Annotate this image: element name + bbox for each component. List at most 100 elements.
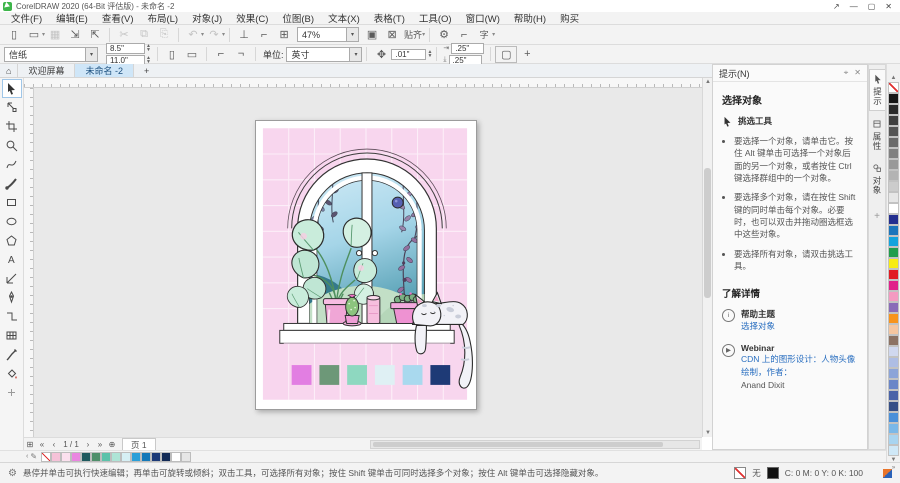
palette-up-icon[interactable]: ▲ — [891, 74, 897, 82]
export-icon[interactable]: ⇱ — [85, 27, 105, 42]
table-tool[interactable] — [2, 326, 22, 345]
next-page-icon[interactable]: › — [82, 440, 94, 449]
snap-off-icon[interactable]: ⊠ — [382, 27, 402, 42]
welcome-tab[interactable]: 欢迎屏幕 — [18, 64, 76, 77]
menu-item[interactable]: 查看(V) — [95, 11, 141, 25]
menu-item[interactable]: 工具(O) — [412, 11, 459, 25]
interactive-fill-tool[interactable] — [2, 364, 22, 383]
color-swatch[interactable] — [888, 346, 899, 357]
upgrade-icon[interactable]: ↗ — [833, 2, 840, 11]
color-swatch[interactable] — [888, 192, 899, 203]
current-page-icon[interactable]: ⌐ — [211, 47, 231, 61]
new-tab-button[interactable]: + — [134, 64, 159, 77]
copy-icon[interactable]: ⧉ — [134, 27, 154, 42]
page-size-caret-icon[interactable]: ▾ — [85, 47, 97, 61]
windowsill[interactable] — [279, 322, 455, 344]
color-swatch[interactable] — [888, 225, 899, 236]
color-swatch[interactable] — [888, 357, 899, 368]
vertical-scrollbar[interactable]: ▲ ▼ — [702, 78, 712, 437]
color-swatch[interactable] — [888, 324, 899, 335]
active-document-tab[interactable]: 未命名 -2 — [75, 64, 134, 77]
docker-tab-properties[interactable]: 属性 — [869, 115, 885, 155]
duplicate-x-field[interactable]: .25" — [451, 42, 485, 54]
text-options-caret-icon[interactable]: ▾ — [492, 31, 495, 38]
zoom-tool[interactable] — [2, 136, 22, 155]
color-swatch[interactable] — [888, 269, 899, 280]
color-swatch[interactable] — [888, 412, 899, 423]
color-swatch[interactable] — [888, 280, 899, 291]
document-palette-swatch[interactable] — [151, 451, 162, 462]
color-swatch[interactable] — [888, 115, 899, 126]
document-palette-swatch[interactable] — [101, 451, 112, 462]
crop-tool[interactable] — [2, 117, 22, 136]
color-swatch[interactable] — [888, 126, 899, 137]
menu-item[interactable]: 编辑(E) — [49, 11, 95, 25]
redo-icon[interactable]: ↷ — [204, 27, 224, 42]
color-swatch[interactable] — [888, 247, 899, 258]
horizontal-scroll-thumb[interactable] — [373, 442, 663, 447]
ellipse-tool[interactable] — [2, 212, 22, 231]
new-document-icon[interactable]: ▯ — [4, 27, 24, 42]
docker-tab-objects[interactable]: 对象 — [869, 159, 885, 199]
document-page[interactable] — [255, 120, 477, 410]
menu-item[interactable]: 位图(B) — [275, 11, 321, 25]
horizontal-scrollbar[interactable] — [370, 440, 700, 449]
pen-tool[interactable] — [2, 288, 22, 307]
eyedropper-tool[interactable] — [2, 345, 22, 364]
color-swatch[interactable] — [888, 423, 899, 434]
connector-tool[interactable] — [2, 307, 22, 326]
text-tool[interactable]: A — [2, 250, 22, 269]
options-gear-icon[interactable]: ⚙ — [434, 27, 454, 42]
color-swatch[interactable] — [888, 445, 899, 456]
drawing-canvas[interactable] — [34, 88, 702, 437]
document-palette-swatch[interactable] — [51, 451, 62, 462]
add-property-icon[interactable]: + — [517, 47, 537, 61]
dimension-tool[interactable] — [2, 269, 22, 288]
document-palette-swatch[interactable] — [181, 451, 192, 462]
menu-item[interactable]: 帮助(H) — [507, 11, 553, 25]
color-swatch[interactable] — [888, 258, 899, 269]
menu-item[interactable]: 布局(L) — [140, 11, 185, 25]
color-swatch[interactable] — [888, 214, 899, 225]
page-1-tab[interactable]: 页 1 — [122, 438, 156, 450]
color-swatch[interactable] — [888, 434, 899, 445]
page-height-spinner[interactable]: ▲ ▼ — [146, 56, 151, 65]
undo-icon[interactable]: ↶ — [183, 27, 203, 42]
nudge-field[interactable]: .01" — [391, 48, 427, 60]
units-caret-icon[interactable]: ▾ — [349, 47, 362, 61]
webinar-link[interactable]: CDN 上的图形设计：人物头像绘制，作者： — [741, 353, 858, 379]
nudge-spinner[interactable]: ▲ ▼ — [427, 50, 432, 59]
fit-page-icon[interactable]: ⊞ — [24, 440, 36, 449]
cut-icon[interactable]: ✂ — [114, 27, 134, 42]
menu-item[interactable]: 效果(C) — [229, 11, 275, 25]
zoom-caret-icon[interactable]: ▾ — [346, 28, 359, 41]
prev-page-icon[interactable]: ‹ — [48, 440, 60, 449]
document-palette-swatch[interactable] — [171, 451, 182, 462]
show-guides-icon[interactable]: ⌐ — [254, 28, 274, 42]
color-swatch[interactable] — [888, 368, 899, 379]
document-palette-swatch[interactable] — [71, 451, 82, 462]
rectangle-tool[interactable] — [2, 193, 22, 212]
palette-eyedropper-icon[interactable]: ✎ — [30, 452, 37, 461]
menu-item[interactable]: 文本(X) — [321, 11, 367, 25]
menu-item[interactable]: 窗口(W) — [459, 11, 507, 25]
all-pages-icon[interactable]: ¬ — [231, 47, 251, 61]
palette-expand-icon[interactable]: » — [892, 464, 895, 472]
freehand-tool[interactable] — [2, 155, 22, 174]
docker-tab-hints[interactable]: 提示 — [869, 69, 885, 111]
landscape-icon[interactable]: ▭ — [182, 47, 202, 62]
snap-label[interactable]: 贴齐 — [402, 27, 424, 42]
color-swatch[interactable] — [888, 236, 899, 247]
document-palette-swatch[interactable] — [91, 451, 102, 462]
document-palette-swatch[interactable] — [61, 451, 72, 462]
color-swatch[interactable] — [888, 93, 899, 104]
artistic-media-tool[interactable] — [2, 174, 22, 193]
show-grid-icon[interactable]: ⊞ — [274, 27, 294, 42]
palette-down-icon[interactable]: ▼ — [891, 456, 897, 464]
color-swatch[interactable] — [888, 170, 899, 181]
color-swatch[interactable] — [888, 379, 899, 390]
last-page-icon[interactable]: » — [94, 440, 106, 449]
fullscreen-preview-icon[interactable]: ▣ — [362, 27, 382, 42]
document-palette-swatch[interactable] — [41, 451, 52, 462]
restore-button[interactable]: ▢ — [868, 2, 876, 11]
